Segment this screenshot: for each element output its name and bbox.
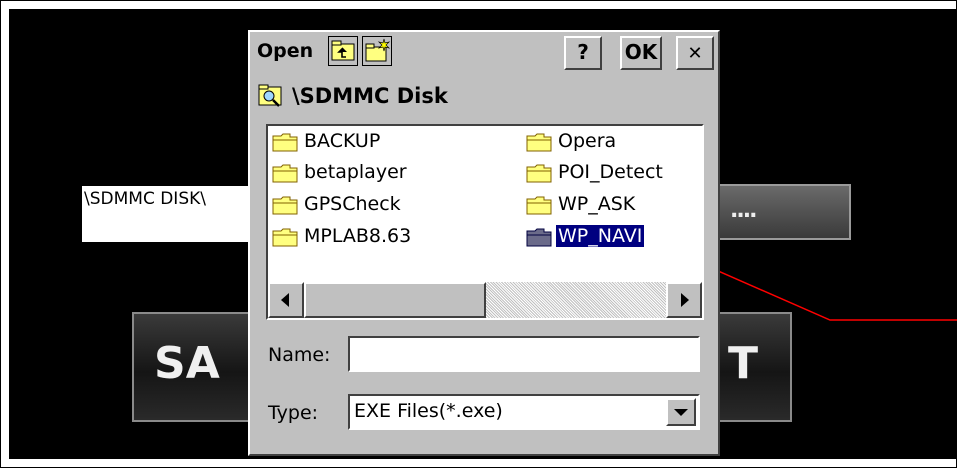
ok-button[interactable]: OK xyxy=(620,36,662,70)
scroll-track[interactable] xyxy=(486,282,666,318)
dialog-titlebar: Open ? OK ✕ xyxy=(250,32,718,72)
folder-icon xyxy=(272,164,298,183)
current-path-row: \SDMMC Disk xyxy=(258,84,448,110)
dialog-title: Open xyxy=(257,40,314,62)
scroll-right-icon xyxy=(681,293,689,307)
folder-icon xyxy=(526,133,552,152)
folder-icon xyxy=(272,133,298,152)
open-dialog: Open ? OK ✕ \SDMMC Disk BACKUP betaplaye… xyxy=(248,30,720,456)
folder-item-label: MPLAB8.63 xyxy=(304,225,412,247)
name-input[interactable] xyxy=(348,336,700,372)
name-label: Name: xyxy=(268,344,331,366)
type-select-value: EXE Files(*.exe) xyxy=(354,400,503,422)
folder-item-label: Opera xyxy=(558,130,617,152)
folder-icon xyxy=(526,164,552,183)
folder-item-label: BACKUP xyxy=(304,130,381,152)
folder-item-label: betaplayer xyxy=(304,161,407,183)
type-label: Type: xyxy=(268,402,319,424)
horizontal-scrollbar[interactable] xyxy=(268,282,702,318)
drive-icon xyxy=(258,84,282,107)
current-path: \SDMMC Disk xyxy=(292,84,448,108)
help-button[interactable]: ? xyxy=(564,36,602,70)
scroll-left-button[interactable] xyxy=(268,282,304,318)
folder-list[interactable]: BACKUP betaplayer GPSCheck MPLAB8.63 Ope… xyxy=(266,124,704,320)
ok-button-label: OK xyxy=(624,40,658,64)
folder-item-label: WP_NAVI xyxy=(554,224,646,248)
scroll-left-icon xyxy=(281,293,289,307)
new-folder-icon[interactable] xyxy=(362,36,392,66)
folder-icon xyxy=(526,196,552,215)
folder-icon xyxy=(526,228,552,247)
type-dropdown-button[interactable] xyxy=(666,398,696,426)
scroll-thumb[interactable] xyxy=(304,282,486,318)
scroll-right-button[interactable] xyxy=(666,282,702,318)
folder-icon xyxy=(272,228,298,247)
close-icon: ✕ xyxy=(687,43,703,64)
type-select[interactable]: EXE Files(*.exe) xyxy=(348,394,700,430)
folder-icon xyxy=(272,196,298,215)
folder-item-label: POI_Detect xyxy=(558,161,663,183)
help-button-label: ? xyxy=(577,40,589,64)
dropdown-arrow-icon xyxy=(674,409,688,416)
folder-item-label: GPSCheck xyxy=(304,193,401,215)
folder-item-label: WP_ASK xyxy=(558,193,636,215)
up-folder-icon[interactable] xyxy=(328,36,358,66)
close-button[interactable]: ✕ xyxy=(676,36,714,70)
